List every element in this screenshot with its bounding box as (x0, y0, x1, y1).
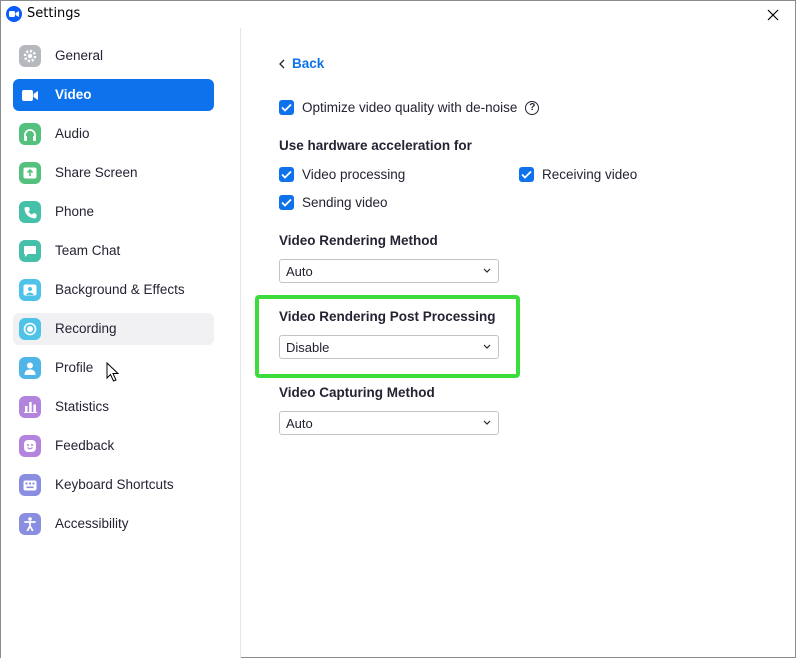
mouse-cursor-icon (106, 362, 120, 382)
phone-icon (19, 201, 41, 223)
chevron-left-icon (279, 59, 285, 68)
zoom-app-icon (6, 6, 22, 22)
sidebar-item-feedback[interactable]: Feedback (13, 430, 214, 462)
sending-video-checkbox[interactable]: Sending video (279, 195, 388, 210)
sidebar-item-label: Profile (55, 360, 94, 375)
video-icon (19, 84, 41, 106)
sidebar-item-label: Feedback (55, 438, 115, 453)
title-bar: Settings (1, 1, 795, 28)
sidebar-item-statistics[interactable]: Statistics (13, 391, 214, 423)
background-icon (19, 279, 41, 301)
select-value: Disable (286, 340, 330, 355)
close-button[interactable] (751, 1, 795, 28)
headphones-icon (19, 123, 41, 145)
chevron-down-icon (483, 420, 491, 425)
checkbox-checked-icon (279, 195, 294, 210)
sidebar-item-label: Recording (55, 321, 117, 336)
sidebar-item-background-effects[interactable]: Background & Effects (13, 274, 214, 306)
sidebar-item-share-screen[interactable]: Share Screen (13, 157, 214, 189)
capturing-method-title: Video Capturing Method (279, 385, 435, 400)
rendering-method-select[interactable]: Auto (279, 259, 499, 283)
sidebar-item-label: Video (55, 87, 92, 102)
help-icon[interactable]: ? (525, 100, 540, 115)
checkbox-checked-icon (279, 100, 294, 115)
sidebar-item-label: Accessibility (55, 516, 129, 531)
sidebar-item-label: Background & Effects (55, 282, 185, 297)
denoise-label: Optimize video quality with de-noise (302, 100, 518, 115)
sidebar-item-team-chat[interactable]: Team Chat (13, 235, 214, 267)
accessibility-icon (19, 513, 41, 535)
select-value: Auto (286, 264, 313, 279)
close-icon (767, 9, 779, 20)
settings-window: Settings General Video Audio Share Scree… (0, 0, 796, 658)
checkbox-checked-icon (519, 167, 534, 182)
back-button[interactable]: Back (279, 56, 324, 71)
chat-icon (19, 240, 41, 262)
back-label: Back (292, 56, 325, 71)
share-screen-icon (19, 162, 41, 184)
sidebar-item-label: Team Chat (55, 243, 121, 258)
sidebar-item-label: Keyboard Shortcuts (55, 477, 174, 492)
video-settings-panel: Back Optimize video quality with de-nois… (242, 28, 795, 658)
sidebar-item-accessibility[interactable]: Accessibility (13, 508, 214, 540)
gear-icon (19, 45, 41, 67)
window-title: Settings (27, 6, 81, 21)
hw-accel-title: Use hardware acceleration for (279, 138, 472, 153)
sending-video-label: Sending video (302, 195, 388, 210)
sidebar-item-label: General (55, 48, 104, 63)
rendering-method-title: Video Rendering Method (279, 233, 438, 248)
select-value: Auto (286, 416, 313, 431)
sidebar-item-phone[interactable]: Phone (13, 196, 214, 228)
profile-icon (19, 357, 41, 379)
sidebar-item-label: Audio (55, 126, 90, 141)
feedback-icon (19, 435, 41, 457)
record-icon (19, 318, 41, 340)
sidebar-item-general[interactable]: General (13, 40, 214, 72)
receiving-video-label: Receiving video (542, 167, 638, 182)
chevron-down-icon (483, 268, 491, 273)
sidebar-item-label: Statistics (55, 399, 110, 414)
sidebar-item-label: Phone (55, 204, 95, 219)
post-processing-select[interactable]: Disable (279, 335, 499, 359)
denoise-checkbox[interactable]: Optimize video quality with de-noise ? (279, 100, 540, 115)
keyboard-icon (19, 474, 41, 496)
video-processing-checkbox[interactable]: Video processing (279, 167, 405, 182)
receiving-video-checkbox[interactable]: Receiving video (519, 167, 637, 182)
settings-sidebar: General Video Audio Share Screen Phone T… (1, 28, 241, 658)
sidebar-item-audio[interactable]: Audio (13, 118, 214, 150)
checkbox-checked-icon (279, 167, 294, 182)
chevron-down-icon (483, 344, 491, 349)
sidebar-item-video[interactable]: Video (13, 79, 214, 111)
sidebar-item-keyboard-shortcuts[interactable]: Keyboard Shortcuts (13, 469, 214, 501)
statistics-icon (19, 396, 41, 418)
video-processing-label: Video processing (302, 167, 406, 182)
sidebar-item-recording[interactable]: Recording (13, 313, 214, 345)
sidebar-item-label: Share Screen (55, 165, 138, 180)
capturing-method-select[interactable]: Auto (279, 411, 499, 435)
post-processing-title: Video Rendering Post Processing (279, 309, 496, 324)
